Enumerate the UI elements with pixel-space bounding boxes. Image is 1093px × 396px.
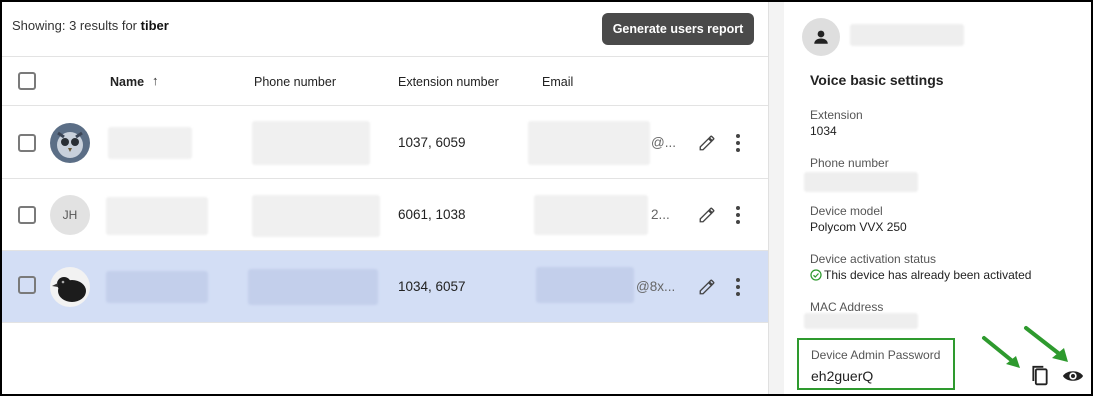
password-label: Device Admin Password bbox=[811, 348, 941, 362]
device-model-value: Polycom VVX 250 bbox=[810, 220, 907, 234]
activation-status-label: Device activation status bbox=[810, 252, 937, 266]
email-redacted bbox=[528, 121, 650, 165]
row-checkbox[interactable] bbox=[18, 206, 36, 224]
check-circle-icon bbox=[810, 269, 822, 281]
password-value: eh2guerQ bbox=[811, 368, 874, 384]
column-phone-number[interactable]: Phone number bbox=[254, 75, 336, 89]
annotation-arrow-icon bbox=[1024, 326, 1068, 362]
activation-status: This device has already been activated bbox=[810, 268, 1031, 282]
generate-users-report-button[interactable]: Generate users report bbox=[602, 13, 754, 45]
results-prefix: Showing: 3 results for bbox=[12, 18, 141, 33]
name-redacted bbox=[108, 127, 192, 159]
phone-number-redacted bbox=[804, 172, 918, 192]
mac-address-redacted bbox=[804, 313, 918, 329]
phone-redacted bbox=[252, 121, 370, 165]
name-redacted bbox=[106, 271, 208, 303]
column-name[interactable]: Name bbox=[110, 75, 144, 89]
app-window: Showing: 3 results for tiber Generate us… bbox=[0, 0, 1093, 396]
column-extension-number[interactable]: Extension number bbox=[398, 75, 499, 89]
avatar bbox=[50, 123, 90, 163]
phone-redacted bbox=[252, 195, 380, 237]
extension-label: Extension bbox=[810, 108, 863, 122]
row-checkbox[interactable] bbox=[18, 134, 36, 152]
pencil-icon[interactable] bbox=[698, 278, 716, 296]
results-query: tiber bbox=[140, 18, 169, 33]
extension-cell: 6061, 1038 bbox=[398, 207, 466, 222]
avatar: JH bbox=[50, 195, 90, 235]
extension-cell: 1037, 6059 bbox=[398, 135, 466, 150]
avatar bbox=[50, 267, 90, 307]
phone-redacted bbox=[248, 269, 378, 305]
more-vertical-icon[interactable] bbox=[735, 134, 741, 152]
mac-address-label: MAC Address bbox=[810, 300, 884, 314]
users-list-panel: Showing: 3 results for tiber Generate us… bbox=[2, 2, 768, 394]
avatar bbox=[802, 18, 840, 56]
arrow-up-icon[interactable]: ↑ bbox=[152, 73, 159, 88]
more-vertical-icon[interactable] bbox=[735, 278, 741, 296]
extension-cell: 1034, 6057 bbox=[398, 279, 466, 294]
table-header: Name ↑ Phone number Extension number Ema… bbox=[2, 56, 768, 106]
name-redacted bbox=[106, 197, 208, 235]
pencil-icon[interactable] bbox=[698, 206, 716, 224]
table-row[interactable]: 1037, 6059 @... bbox=[2, 107, 768, 179]
bird-photo-icon bbox=[50, 267, 90, 307]
results-summary: Showing: 3 results for tiber bbox=[12, 18, 169, 33]
table-row-selected[interactable]: 1034, 6057 @8x... bbox=[2, 251, 768, 323]
device-model-label: Device model bbox=[810, 204, 883, 218]
more-vertical-icon[interactable] bbox=[735, 206, 741, 224]
user-details-panel: Voice basic settings Extension 1034 Phon… bbox=[784, 2, 1091, 394]
email-cell: 2... bbox=[651, 207, 670, 222]
pencil-icon[interactable] bbox=[698, 134, 716, 152]
email-cell: @8x... bbox=[636, 279, 676, 294]
user-name-redacted bbox=[850, 24, 964, 46]
person-icon bbox=[814, 30, 828, 44]
column-email[interactable]: Email bbox=[542, 75, 573, 89]
device-admin-password-field: Device Admin Password eh2guerQ bbox=[797, 338, 955, 390]
activation-status-value: This device has already been activated bbox=[824, 268, 1032, 282]
email-redacted bbox=[534, 195, 648, 235]
section-title: Voice basic settings bbox=[810, 72, 944, 88]
extension-value: 1034 bbox=[810, 124, 837, 138]
owl-photo-icon bbox=[50, 123, 90, 163]
table-row[interactable]: JH 6061, 1038 2... bbox=[2, 179, 768, 251]
email-cell: @... bbox=[651, 135, 676, 150]
panel-divider[interactable] bbox=[768, 2, 784, 394]
row-checkbox[interactable] bbox=[18, 276, 36, 294]
email-redacted bbox=[536, 267, 634, 303]
select-all-checkbox[interactable] bbox=[18, 72, 36, 90]
copy-icon[interactable] bbox=[1030, 364, 1050, 388]
eye-icon[interactable] bbox=[1062, 368, 1084, 384]
phone-number-label: Phone number bbox=[810, 156, 889, 170]
